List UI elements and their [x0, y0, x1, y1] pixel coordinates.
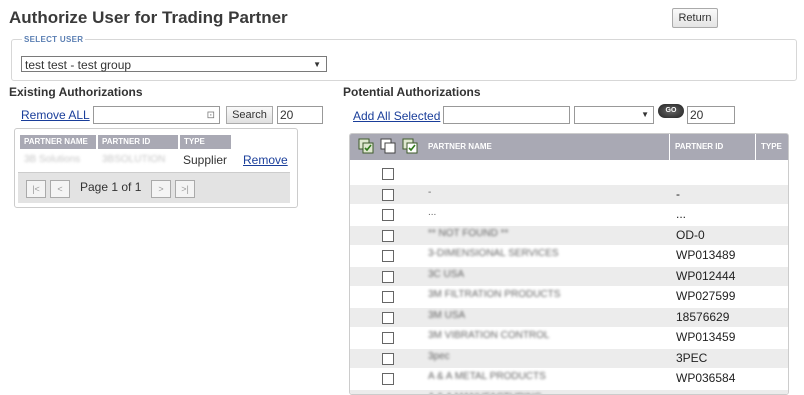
user-select-value: test test - test group — [25, 58, 131, 72]
partner-name-cell: 3M VIBRATION CONTROL — [428, 330, 550, 341]
table-row — [350, 164, 788, 183]
check-icon[interactable] — [402, 138, 418, 154]
partner-name-cell: - — [428, 187, 431, 198]
pager: |< < Page 1 of 1 > >| — [18, 172, 290, 203]
existing-table-header: PARTNER NAME PARTNER ID TYPE — [20, 135, 290, 149]
type-cell: Supplier — [183, 153, 227, 167]
row-checkbox[interactable] — [382, 230, 394, 242]
partner-id-cell: WP012444 — [676, 269, 735, 283]
table-row: ** NOT FOUND ** OD-0 — [350, 226, 788, 245]
partner-id-cell: OD-0 — [676, 228, 705, 242]
row-checkbox[interactable] — [382, 209, 394, 221]
row-checkbox[interactable] — [382, 332, 394, 344]
return-button[interactable]: Return — [672, 8, 718, 28]
chevron-down-icon: ▼ — [641, 107, 649, 123]
row-checkbox[interactable] — [382, 168, 394, 180]
row-checkbox[interactable] — [382, 250, 394, 262]
partner-id-cell: WP036584 — [676, 371, 735, 385]
partner-id-cell: WP013459 — [676, 330, 735, 344]
add-all-selected-link[interactable]: Add All Selected — [353, 109, 440, 123]
partner-name-cell: ... — [428, 207, 436, 218]
page-title: Authorize User for Trading Partner — [9, 8, 288, 28]
table-row: 3B Solutions 3BSOLUTION Supplier Remove — [20, 152, 290, 170]
potential-table-header: PARTNER NAME PARTNER ID TYPE — [350, 134, 788, 160]
go-button[interactable]: GO — [658, 104, 684, 118]
partner-id-cell: OD-1000378 — [676, 392, 745, 395]
partner-id-cell: 3BSOLUTION — [102, 154, 165, 165]
column-partner-id: PARTNER ID — [98, 135, 179, 149]
partner-id-cell: - — [676, 187, 680, 201]
search-button[interactable]: Search — [226, 106, 273, 124]
partner-name-cell: 3M FILTRATION PRODUCTS — [428, 289, 560, 300]
table-row: A & A MANUFACTURING OD-1000378 — [350, 390, 788, 395]
potential-title: Potential Authorizations — [343, 85, 481, 99]
potential-search-input[interactable] — [443, 106, 570, 124]
existing-page-size-input[interactable]: 20 — [277, 106, 323, 124]
prev-page-button[interactable]: < — [50, 180, 70, 198]
table-row: 3M VIBRATION CONTROL WP013459 — [350, 328, 788, 347]
partner-name-cell: 3-DIMENSIONAL SERVICES — [428, 248, 559, 259]
column-partner-name: PARTNER NAME — [20, 135, 97, 149]
partner-id-cell: WP027599 — [676, 289, 735, 303]
row-checkbox[interactable] — [382, 312, 394, 324]
remove-all-link[interactable]: Remove ALL — [21, 108, 90, 122]
page-indicator: Page 1 of 1 — [80, 180, 141, 194]
partner-name-cell: 3pec — [428, 351, 450, 362]
column-partner-name: PARTNER NAME — [423, 134, 670, 160]
table-row: -- — [350, 185, 788, 204]
table-row: 3M FILTRATION PRODUCTS WP027599 — [350, 287, 788, 306]
partner-name-cell: A & A METAL PRODUCTS — [428, 371, 546, 382]
column-type: TYPE — [756, 134, 788, 160]
partner-id-cell: WP013489 — [676, 248, 735, 262]
partner-id-cell: 3PEC — [676, 351, 707, 365]
remove-link[interactable]: Remove — [243, 153, 288, 167]
row-checkbox[interactable] — [382, 291, 394, 303]
partner-name-cell: ** NOT FOUND ** — [428, 228, 508, 239]
row-checkbox[interactable] — [382, 373, 394, 385]
table-row: 3-DIMENSIONAL SERVICES WP013489 — [350, 246, 788, 265]
existing-search-input[interactable]: ⊡ — [93, 106, 220, 124]
partner-name-cell: 3M USA — [428, 310, 465, 321]
partner-id-cell: ... — [676, 207, 686, 221]
row-checkbox[interactable] — [382, 271, 394, 283]
table-row: A & A METAL PRODUCTS WP036584 — [350, 369, 788, 388]
next-page-button[interactable]: > — [151, 180, 171, 198]
list-icon: ⊡ — [207, 108, 215, 124]
partner-id-cell: 18576629 — [676, 310, 729, 324]
row-checkbox[interactable] — [382, 189, 394, 201]
table-row: 3M USA 18576629 — [350, 308, 788, 327]
table-row: 3C USA WP012444 — [350, 267, 788, 286]
partner-name-cell: 3C USA — [428, 269, 464, 280]
column-partner-id: PARTNER ID — [670, 134, 756, 160]
potential-page-size-input[interactable]: 20 — [687, 106, 735, 124]
potential-table: PARTNER NAME PARTNER ID TYPE --......** … — [349, 133, 789, 395]
table-row: 3pec 3PEC — [350, 349, 788, 368]
first-page-button[interactable]: |< — [26, 180, 46, 198]
existing-title: Existing Authorizations — [9, 85, 143, 99]
table-row: ...... — [350, 205, 788, 224]
last-page-button[interactable]: >| — [175, 180, 195, 198]
column-type: TYPE — [180, 135, 232, 149]
row-checkbox[interactable] — [382, 353, 394, 365]
user-select[interactable]: test test - test group ▼ — [21, 56, 327, 72]
copy-icon[interactable] — [380, 138, 396, 154]
potential-filter-select[interactable]: ▼ — [574, 106, 654, 124]
chevron-down-icon: ▼ — [313, 57, 321, 73]
partner-name-cell: 3B Solutions — [24, 154, 80, 165]
partner-name-cell: A & A MANUFACTURING — [428, 392, 542, 395]
select-all-icon[interactable] — [358, 138, 374, 154]
select-user-legend: SELECT USER — [22, 35, 85, 44]
